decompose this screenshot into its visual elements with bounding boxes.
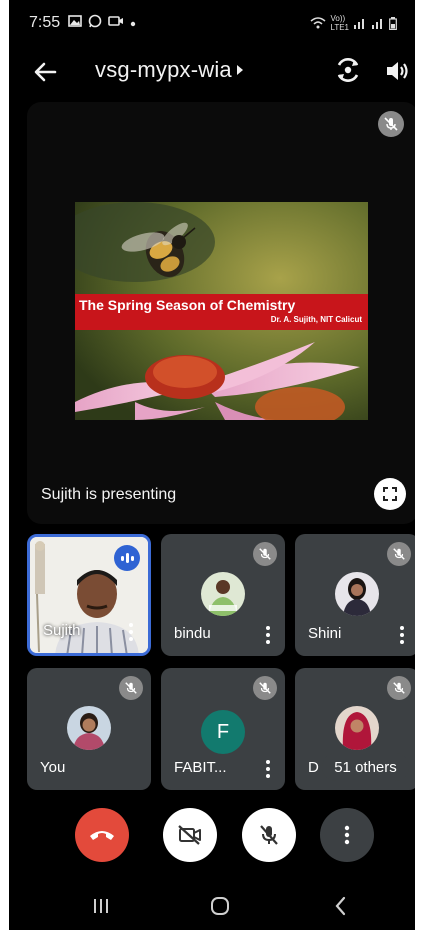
system-nav-bar — [9, 880, 415, 930]
more-options-button[interactable] — [320, 808, 374, 862]
mic-toggle-button[interactable] — [242, 808, 296, 862]
signal-icon-2 — [372, 19, 382, 29]
letter-avatar: F — [201, 710, 245, 754]
mic-off-icon — [253, 542, 277, 566]
meet-screen: 7:55 Vo)) LTE1 vsg-mypx-wia The Spring S… — [9, 0, 415, 930]
participant-name: FABIT... — [174, 759, 227, 776]
avatar — [335, 572, 379, 616]
end-call-button[interactable] — [75, 808, 129, 862]
avatar — [335, 706, 379, 750]
end-call-icon — [90, 831, 114, 840]
participant-name: bindu — [174, 625, 211, 642]
participant-name: Sujith — [43, 622, 81, 639]
more-vert-icon[interactable] — [265, 626, 271, 644]
recent-apps-icon[interactable] — [89, 894, 113, 918]
status-bar: 7:55 Vo)) LTE1 — [29, 12, 397, 34]
network-sub-label: LTE1 — [330, 23, 349, 32]
slide-author: Dr. A. Sujith, NIT Calicut — [270, 315, 362, 324]
home-icon[interactable] — [208, 894, 232, 918]
more-vert-icon[interactable] — [265, 760, 271, 778]
participant-name: You — [40, 759, 66, 776]
network-label: Vo)) — [330, 14, 346, 23]
meeting-top-bar: vsg-mypx-wia — [9, 52, 415, 92]
status-right: Vo)) LTE1 — [310, 14, 397, 32]
more-vert-icon[interactable] — [128, 623, 134, 641]
participant-name: Shini — [308, 625, 342, 642]
signal-icon — [354, 19, 364, 29]
presentation-tile[interactable]: The Spring Season of Chemistry Dr. A. Su… — [27, 102, 415, 524]
caret-right-icon[interactable] — [235, 63, 245, 77]
dot-icon — [130, 14, 136, 32]
participant-tile-fabit[interactable]: F FABIT... — [161, 668, 285, 790]
gallery-icon — [68, 14, 82, 32]
slide-title-banner: The Spring Season of Chemistry Dr. A. Su… — [75, 294, 368, 330]
avatar — [67, 706, 111, 750]
meet-notification-icon — [108, 14, 124, 32]
fullscreen-icon — [383, 487, 397, 501]
slide-title: The Spring Season of Chemistry — [79, 297, 296, 313]
mic-off-icon — [387, 676, 411, 700]
back-nav-icon[interactable] — [329, 894, 353, 918]
back-arrow-icon[interactable] — [31, 58, 59, 86]
mic-off-icon — [260, 825, 278, 845]
battery-icon — [389, 16, 397, 30]
shared-slide: The Spring Season of Chemistry Dr. A. Su… — [75, 202, 368, 420]
more-vert-icon[interactable] — [399, 626, 405, 644]
meeting-code[interactable]: vsg-mypx-wia — [95, 57, 232, 83]
avatar — [201, 572, 245, 616]
mic-off-icon — [387, 542, 411, 566]
presenting-label: Sujith is presenting — [41, 486, 177, 503]
more-vert-icon — [344, 825, 350, 845]
camera-off-icon — [178, 825, 201, 845]
participant-tile-shini[interactable]: Shini — [295, 534, 415, 656]
speaking-indicator-icon — [114, 545, 140, 571]
mic-off-icon — [378, 111, 404, 137]
participant-name: D — [308, 759, 319, 776]
fullscreen-button[interactable] — [374, 478, 406, 510]
mic-off-icon — [253, 676, 277, 700]
wifi-icon — [310, 17, 326, 29]
camera-toggle-button[interactable] — [163, 808, 217, 862]
speaker-icon[interactable] — [384, 58, 410, 84]
participant-tile-bindu[interactable]: bindu — [161, 534, 285, 656]
mic-off-icon — [119, 676, 143, 700]
participant-tile-you[interactable]: You — [27, 668, 151, 790]
status-time: 7:55 — [29, 14, 61, 31]
participant-tile-sujith[interactable]: Sujith — [27, 534, 151, 656]
whatsapp-icon — [88, 14, 102, 33]
switch-camera-icon[interactable] — [334, 56, 362, 84]
others-count-chip[interactable]: 51 others — [322, 753, 409, 781]
